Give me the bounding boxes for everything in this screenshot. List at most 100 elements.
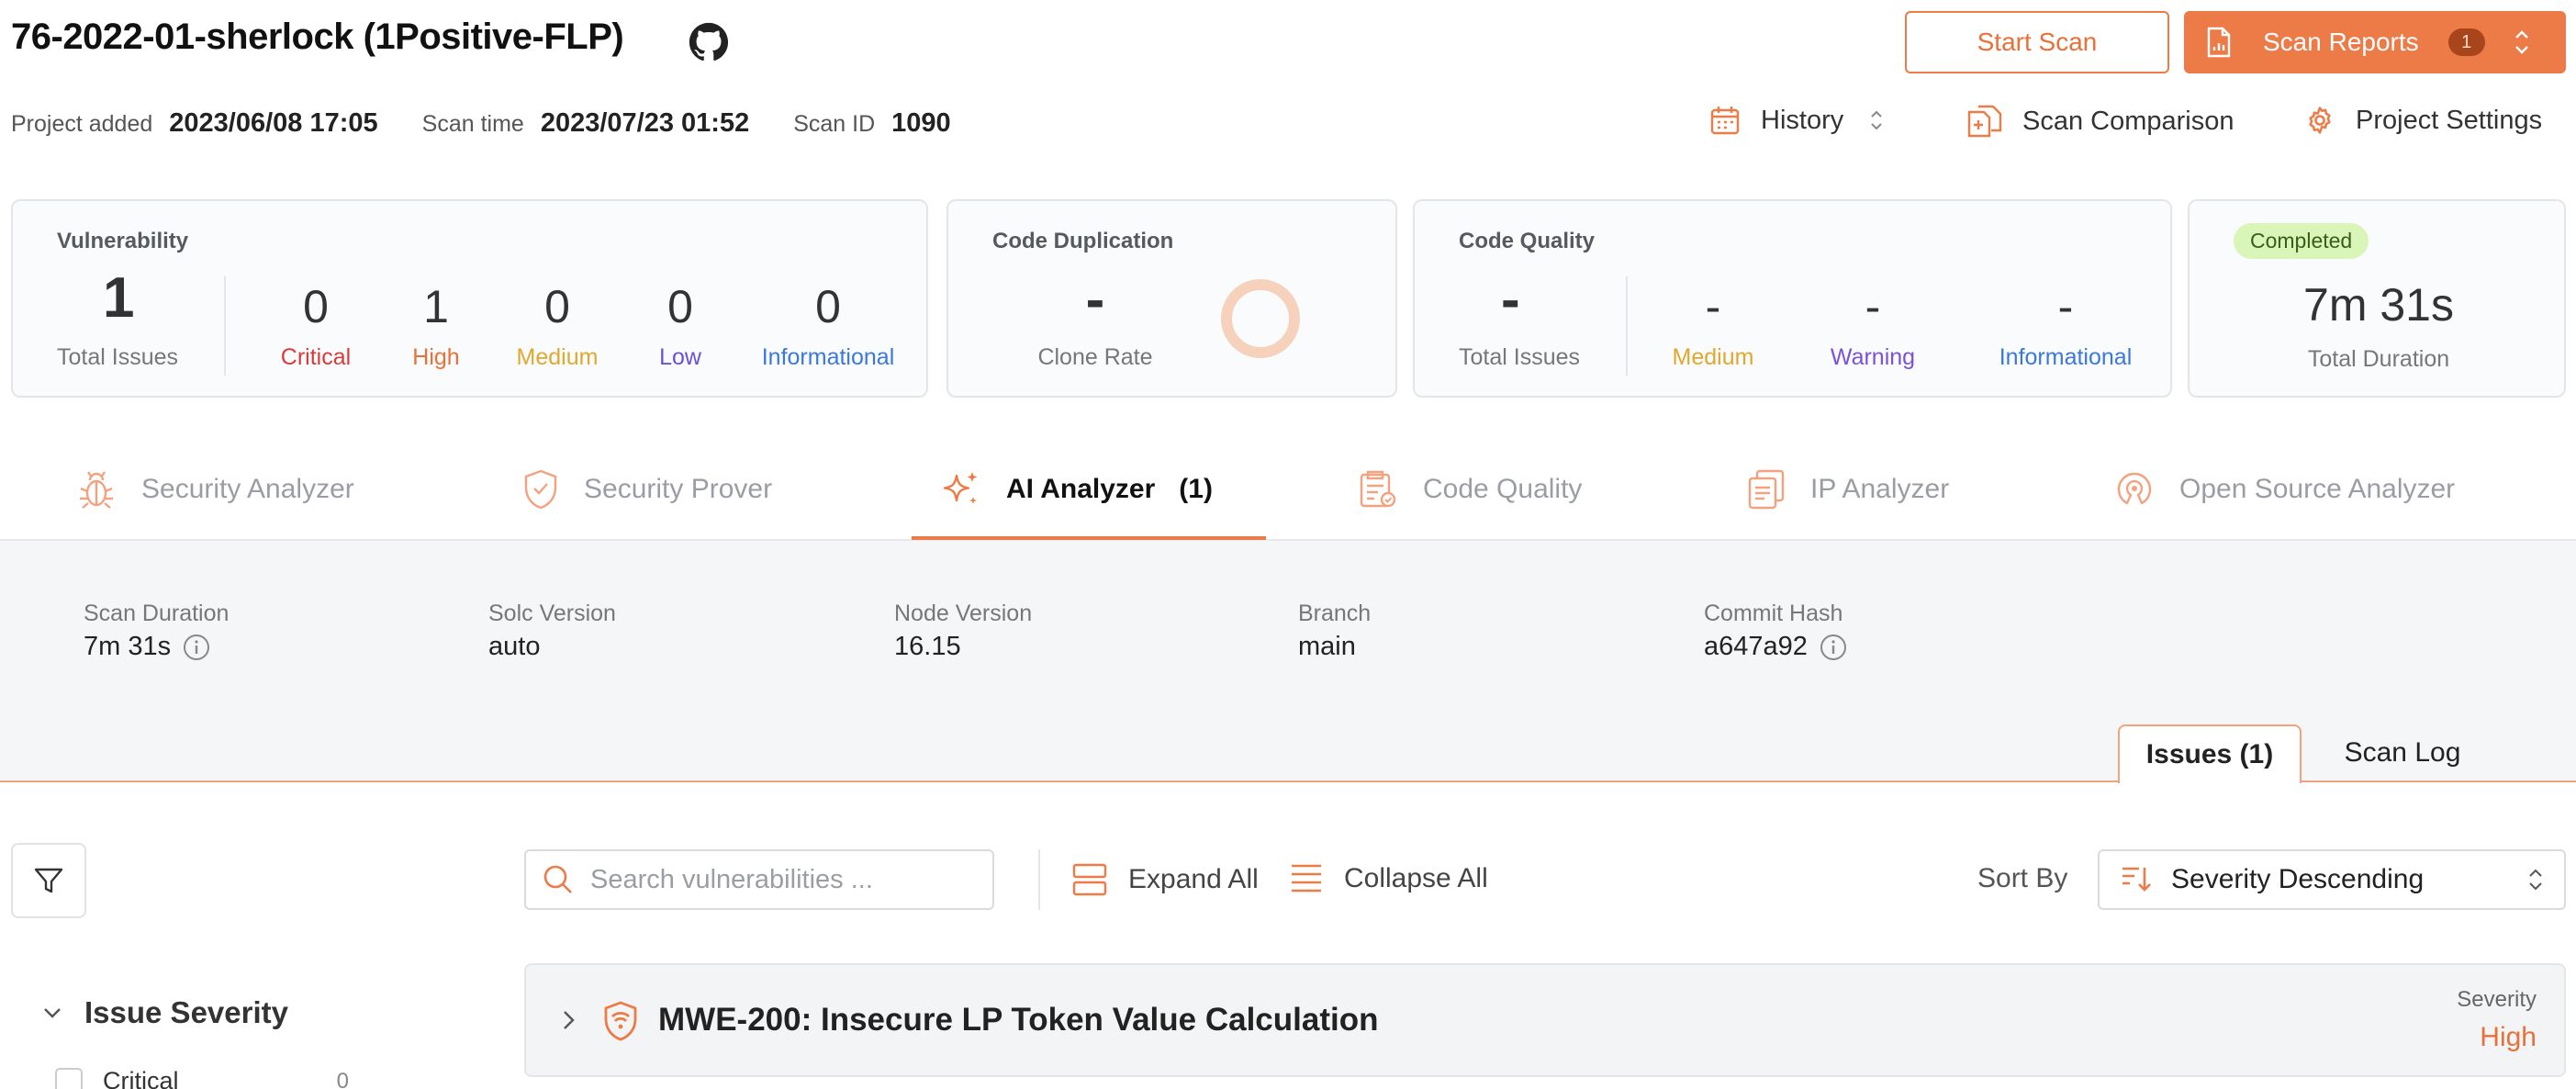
solc-version-value: auto [488, 632, 541, 661]
clone-rate-value: - [1085, 268, 1105, 331]
solc-version-label: Solc Version [488, 601, 616, 626]
tab-open-source-analyzer[interactable]: Open Source Analyzer [2113, 468, 2455, 511]
low-label: Low [659, 344, 701, 370]
vulnerability-card: Vulnerability 1 Total Issues 0 Critical … [11, 199, 928, 398]
scan-time-label: Scan time [421, 111, 524, 137]
severity-filter-label: Critical [103, 1067, 179, 1089]
cq-informational-label: Informational [1999, 344, 2133, 370]
cq-informational-count: - [2057, 281, 2074, 332]
scan-comparison-label: Scan Comparison [2022, 106, 2234, 136]
tab-ip-analyzer[interactable]: IP Analyzer [1746, 468, 1949, 511]
high-label: High [412, 344, 460, 370]
vuln-total-label: Total Issues [57, 344, 179, 370]
issue-severity-toggle[interactable]: Issue Severity [40, 995, 288, 1030]
gear-icon [2309, 107, 2331, 134]
scan-reports-count-badge: 1 [2447, 28, 2485, 56]
tab-code-quality[interactable]: Code Quality [1357, 468, 1582, 511]
tab-security-analyzer[interactable]: Security Analyzer [75, 468, 354, 511]
clone-rate-label: Clone Rate [1037, 344, 1153, 370]
cq-medium-label: Medium [1672, 344, 1754, 370]
scan-id-value: 1090 [891, 108, 951, 138]
project-settings-label: Project Settings [2356, 105, 2543, 135]
informational-count: 0 [815, 281, 841, 332]
documents-icon [1748, 469, 1785, 510]
issue-severity-value: High [2480, 1022, 2537, 1052]
high-count: 1 [423, 281, 449, 332]
search-input[interactable] [590, 864, 976, 895]
code-duplication-card: Code Duplication - Clone Rate [946, 199, 1397, 398]
chevron-up-down-icon [2529, 869, 2542, 891]
search-icon [543, 865, 572, 893]
history-dropdown[interactable]: History [1709, 105, 1884, 136]
calendar-icon [1710, 107, 1740, 135]
code-quality-title: Code Quality [1459, 229, 1596, 253]
expand-all-button[interactable]: Expand All [1071, 861, 1259, 898]
total-duration-value: 7m 31s [2303, 279, 2454, 331]
project-added-label: Project added [11, 111, 153, 137]
vuln-total-value: 1 [103, 266, 135, 330]
project-settings-link[interactable]: Project Settings [2304, 105, 2542, 136]
commit-hash-value: a647a92 [1704, 632, 1848, 662]
tab-open-source-analyzer-label: Open Source Analyzer [2179, 474, 2456, 504]
severity-filter-count: 0 [336, 1068, 349, 1089]
expand-all-label: Expand All [1128, 864, 1259, 894]
scan-reports-label: Scan Reports [2263, 28, 2419, 56]
chevron-up-down-icon [1871, 110, 1882, 130]
filter-toggle-button[interactable] [11, 843, 86, 918]
history-label: History [1761, 105, 1844, 135]
medium-count: 0 [544, 281, 570, 332]
issue-title: MWE-200: Insecure LP Token Value Calcula… [658, 1002, 1379, 1038]
completed-badge: Completed [2234, 223, 2369, 259]
issue-row[interactable]: MWE-200: Insecure LP Token Value Calcula… [524, 963, 2566, 1077]
subtab-issues[interactable]: Issues (1) [2118, 724, 2302, 783]
collapse-all-button[interactable]: Collapse All [1289, 861, 1488, 896]
sort-select[interactable]: Severity Descending [2098, 849, 2566, 910]
tab-ai-analyzer[interactable]: AI Analyzer (1) [940, 468, 1213, 511]
project-added-value: 2023/06/08 17:05 [169, 108, 378, 138]
info-icon[interactable] [1819, 633, 1848, 662]
node-version-value: 16.15 [894, 632, 961, 661]
code-quality-card: Code Quality - Total Issues - Medium - W… [1413, 199, 2172, 398]
low-count: 0 [667, 281, 693, 332]
chevron-right-icon[interactable] [559, 1007, 579, 1033]
chevron-down-icon [44, 1008, 61, 1018]
critical-label: Critical [280, 344, 352, 370]
severity-filter-critical[interactable]: Critical 0 [55, 1067, 349, 1089]
sort-value: Severity Descending [2171, 864, 2425, 894]
commit-hash-text: a647a92 [1704, 632, 1808, 661]
total-duration-label: Total Duration [2307, 346, 2450, 372]
active-tab-indicator [912, 536, 1266, 540]
scan-duration-value: 7m 31s [84, 632, 211, 662]
medium-label: Medium [516, 344, 599, 370]
project-title: 76-2022-01-sherlock (1Positive-FLP) [11, 17, 624, 57]
cq-warning-count: - [1865, 281, 1881, 332]
project-meta: Project added 2023/06/08 17:05 Scan time… [11, 108, 995, 139]
sort-by-label: Sort By [1977, 863, 2068, 893]
scan-id-label: Scan ID [793, 111, 876, 137]
cq-medium-count: - [1705, 281, 1721, 332]
scan-time-value: 2023/07/23 01:52 [540, 108, 750, 138]
branch-label: Branch [1298, 601, 1372, 626]
informational-label: Informational [761, 344, 895, 370]
github-icon[interactable] [689, 22, 729, 62]
issue-severity-title: Issue Severity [84, 995, 288, 1029]
search-box[interactable] [524, 849, 994, 910]
node-version-label: Node Version [894, 601, 1033, 626]
branch-value: main [1298, 632, 1356, 661]
scan-duration-label: Scan Duration [84, 601, 230, 626]
start-scan-button[interactable]: Start Scan [1905, 11, 2169, 73]
scan-reports-button[interactable]: Scan Reports 1 [2184, 11, 2566, 73]
subtab-scan-log[interactable]: Scan Log [2306, 724, 2499, 781]
collapse-all-icon [1292, 864, 1321, 893]
issue-severity-label: Severity [2457, 987, 2537, 1012]
sparkle-icon [943, 472, 978, 504]
info-icon[interactable] [182, 633, 211, 662]
critical-checkbox[interactable] [55, 1067, 83, 1089]
tab-ai-analyzer-label: AI Analyzer [1006, 474, 1156, 504]
tab-security-prover-label: Security Prover [584, 474, 773, 504]
tab-security-prover[interactable]: Security Prover [521, 468, 772, 511]
chevron-up-down-icon [2514, 30, 2528, 54]
filter-icon [34, 868, 63, 893]
scan-comparison-link[interactable]: Scan Comparison [1967, 105, 2234, 138]
cq-warning-label: Warning [1830, 344, 1916, 370]
